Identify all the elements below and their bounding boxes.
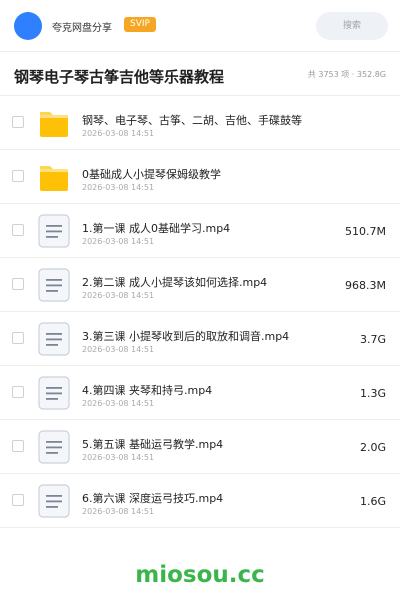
file-date: 2026-03-08 14:51 [82, 399, 155, 408]
file-date: 2026-03-08 14:51 [82, 237, 155, 246]
file-date: 2026-03-08 14:51 [82, 129, 155, 138]
folder-row[interactable]: 0基础成人小提琴保姆级教学 2026-03-08 14:51 [0, 150, 400, 204]
username: 夸克网盘分享 [52, 23, 112, 34]
svip-badge: SVIP [124, 17, 156, 32]
document-icon [38, 322, 70, 356]
select-checkbox[interactable] [12, 116, 24, 128]
select-checkbox[interactable] [12, 494, 24, 506]
file-name[interactable]: 2.第二课 成人小提琴该如何选择.mp4 [82, 274, 267, 290]
file-name[interactable]: 0基础成人小提琴保姆级教学 [82, 166, 221, 182]
file-date: 2026-03-08 14:51 [82, 453, 155, 462]
document-icon [38, 376, 70, 410]
file-list: 钢琴、电子琴、古筝、二胡、吉他、手碟鼓等 2026-03-08 14:51 0基础成… [0, 96, 400, 528]
select-checkbox[interactable] [12, 386, 24, 398]
document-icon [38, 268, 70, 302]
file-date: 2026-03-08 14:51 [82, 291, 155, 300]
folder-title-bar: 钢琴电子琴古筝吉他等乐器教程 共 3753 项 · 352.8G [0, 52, 400, 96]
file-row[interactable]: 1.第一课 成人0基础学习.mp4 2026-03-08 14:51 510.7M [0, 204, 400, 258]
file-row[interactable]: 5.第五课 基础运弓教学.mp4 2026-03-08 14:51 2.0G [0, 420, 400, 474]
file-name[interactable]: 5.第五课 基础运弓教学.mp4 [82, 436, 223, 452]
file-name[interactable]: 3.第三课 小提琴收到后的取放和调音.mp4 [82, 328, 289, 344]
file-date: 2026-03-08 14:51 [82, 507, 155, 516]
select-checkbox[interactable] [12, 170, 24, 182]
folder-meta: 共 3753 项 · 352.8G [307, 70, 386, 79]
file-name[interactable]: 1.第一课 成人0基础学习.mp4 [82, 220, 230, 236]
file-size: 1.6G [359, 495, 386, 508]
file-date: 2026-03-08 14:51 [82, 183, 155, 192]
search-input[interactable] [316, 12, 388, 40]
file-size: 2.0G [359, 441, 386, 454]
file-name[interactable]: 4.第四课 夹琴和持弓.mp4 [82, 382, 212, 398]
document-icon [38, 214, 70, 248]
top-bar: 夸克网盘分享 SVIP [0, 0, 400, 52]
document-icon [38, 484, 70, 518]
file-row[interactable]: 6.第六课 深度运弓技巧.mp4 2026-03-08 14:51 1.6G [0, 474, 400, 528]
folder-icon [38, 106, 70, 140]
select-checkbox[interactable] [12, 278, 24, 290]
document-icon [38, 430, 70, 464]
file-row[interactable]: 4.第四课 夹琴和持弓.mp4 2026-03-08 14:51 1.3G [0, 366, 400, 420]
select-checkbox[interactable] [12, 440, 24, 452]
watermark: miosou.cc [135, 562, 265, 588]
file-size: 968.3M [345, 279, 386, 292]
file-row[interactable]: 2.第二课 成人小提琴该如何选择.mp4 2026-03-08 14:51 968.… [0, 258, 400, 312]
file-date: 2026-03-08 14:51 [82, 345, 155, 354]
select-checkbox[interactable] [12, 332, 24, 344]
folder-row[interactable]: 钢琴、电子琴、古筝、二胡、吉他、手碟鼓等 2026-03-08 14:51 [0, 96, 400, 150]
file-name[interactable]: 钢琴、电子琴、古筝、二胡、吉他、手碟鼓等 [82, 112, 302, 128]
folder-icon [38, 160, 70, 194]
file-size: 510.7M [345, 225, 386, 238]
file-size: 3.7G [359, 333, 386, 346]
page-title: 钢琴电子琴古筝吉他等乐器教程 [14, 68, 225, 86]
file-name[interactable]: 6.第六课 深度运弓技巧.mp4 [82, 490, 223, 506]
file-size: 1.3G [359, 387, 386, 400]
avatar[interactable] [14, 12, 42, 40]
select-checkbox[interactable] [12, 224, 24, 236]
file-row[interactable]: 3.第三课 小提琴收到后的取放和调音.mp4 2026-03-08 14:51 3.… [0, 312, 400, 366]
